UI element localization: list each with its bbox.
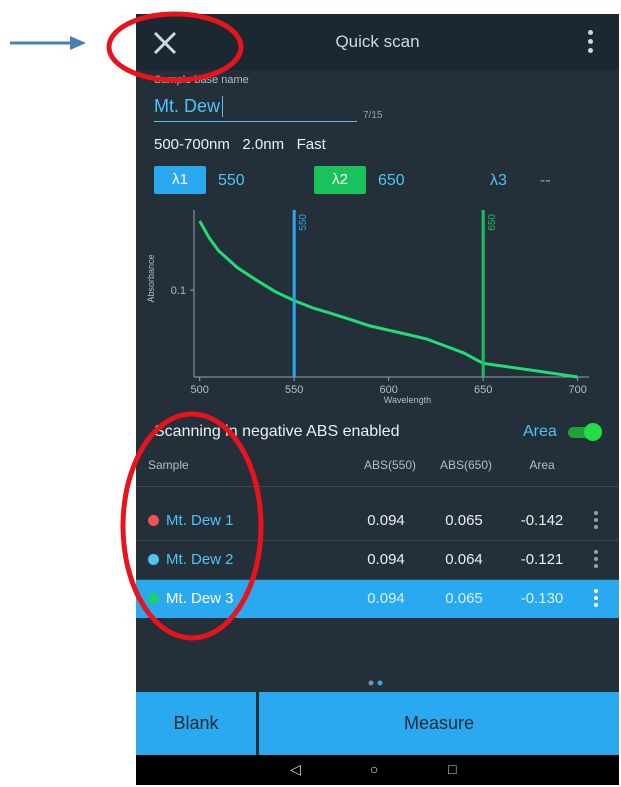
overflow-menu-icon[interactable] (587, 30, 595, 56)
action-bar: Blank Measure (136, 692, 619, 755)
page-indicator (368, 680, 383, 686)
lambda3-label[interactable]: λ3 (490, 172, 507, 190)
page-title: Quick scan (335, 32, 420, 51)
col-area: Area (529, 458, 555, 472)
row-menu-icon[interactable] (594, 589, 600, 609)
col-abs650: ABS(650) (439, 458, 493, 472)
measure-button[interactable]: Measure (259, 692, 619, 755)
table-row[interactable]: Mt. Dew 1 0.094 0.065 -0.142 (136, 502, 619, 540)
lambda2-chip[interactable]: λ2 (314, 166, 366, 194)
table-header: Sample ABS(550) ABS(650) Area (136, 458, 619, 485)
sample-color-dot (148, 515, 159, 526)
app-screen: Quick scan Sample base name 7/15 500-700… (136, 14, 619, 785)
lambda1-value[interactable]: 550 (218, 172, 245, 190)
absorbance-series-line (198, 220, 578, 379)
x-tick-label: 550 (285, 384, 303, 396)
home-icon[interactable]: ○ (370, 761, 378, 777)
base-name-label: Sample base name (154, 74, 249, 86)
recents-icon[interactable]: □ (448, 761, 456, 777)
sample-color-dot (148, 554, 159, 565)
char-counter: 7/15 (363, 110, 383, 121)
sample-name: Mt. Dew 1 (166, 512, 234, 529)
col-sample: Sample (148, 458, 189, 472)
area-value: -0.142 (520, 512, 564, 529)
col-abs550: ABS(550) (363, 458, 417, 472)
lambda3-value: -- (540, 172, 551, 189)
app-bar: Quick scan (136, 14, 619, 70)
base-name-input[interactable] (154, 96, 358, 117)
x-axis-label: Wavelength (384, 395, 431, 405)
blank-button[interactable]: Blank (136, 692, 256, 755)
absorbance-chart: 500 550 600 650 7000.1WavelengthAbsorbance55… (146, 210, 589, 405)
abs650-value: 0.065 (445, 512, 483, 529)
negative-abs-status: Scanning in negative ABS enabled (154, 423, 400, 440)
text-cursor (222, 96, 223, 117)
area-value: -0.121 (520, 551, 564, 568)
input-underline (154, 121, 357, 122)
abs550-value: 0.094 (367, 512, 405, 529)
table-row[interactable]: Mt. Dew 3 0.094 0.065 -0.130 (136, 580, 619, 618)
area-toggle[interactable] (568, 422, 602, 442)
y-tick-label: 0.1 (171, 285, 186, 297)
sample-name: Mt. Dew 2 (166, 551, 234, 568)
area-toggle-label: Area (523, 423, 557, 440)
sample-color-dot (148, 593, 159, 604)
scan-params: 500-700nm 2.0nm Fast (154, 136, 326, 153)
lambda2-value[interactable]: 650 (378, 172, 405, 190)
annotation-arrow (10, 36, 86, 50)
back-icon[interactable]: ◁ (290, 761, 301, 778)
abs550-value: 0.094 (367, 551, 405, 568)
area-value: -0.130 (520, 590, 564, 607)
x-tick-label: 700 (568, 384, 586, 396)
x-tick-label: 500 (190, 384, 208, 396)
row-menu-icon[interactable] (594, 550, 600, 570)
wavelength-marker-label: 650 (487, 214, 498, 231)
x-tick-label: 650 (474, 384, 492, 396)
y-axis-label: Absorbance (146, 254, 156, 302)
sample-name: Mt. Dew 3 (166, 590, 234, 607)
abs550-value: 0.094 (367, 590, 405, 607)
row-menu-icon[interactable] (594, 511, 600, 531)
system-nav-bar: ◁ ○ □ (136, 755, 619, 785)
abs650-value: 0.064 (445, 551, 483, 568)
wavelength-marker-label: 550 (298, 214, 309, 231)
table-row[interactable]: Mt. Dew 2 0.094 0.064 -0.121 (136, 541, 619, 579)
abs650-value: 0.065 (445, 590, 483, 607)
divider (136, 486, 619, 487)
lambda1-chip[interactable]: λ1 (154, 166, 206, 194)
